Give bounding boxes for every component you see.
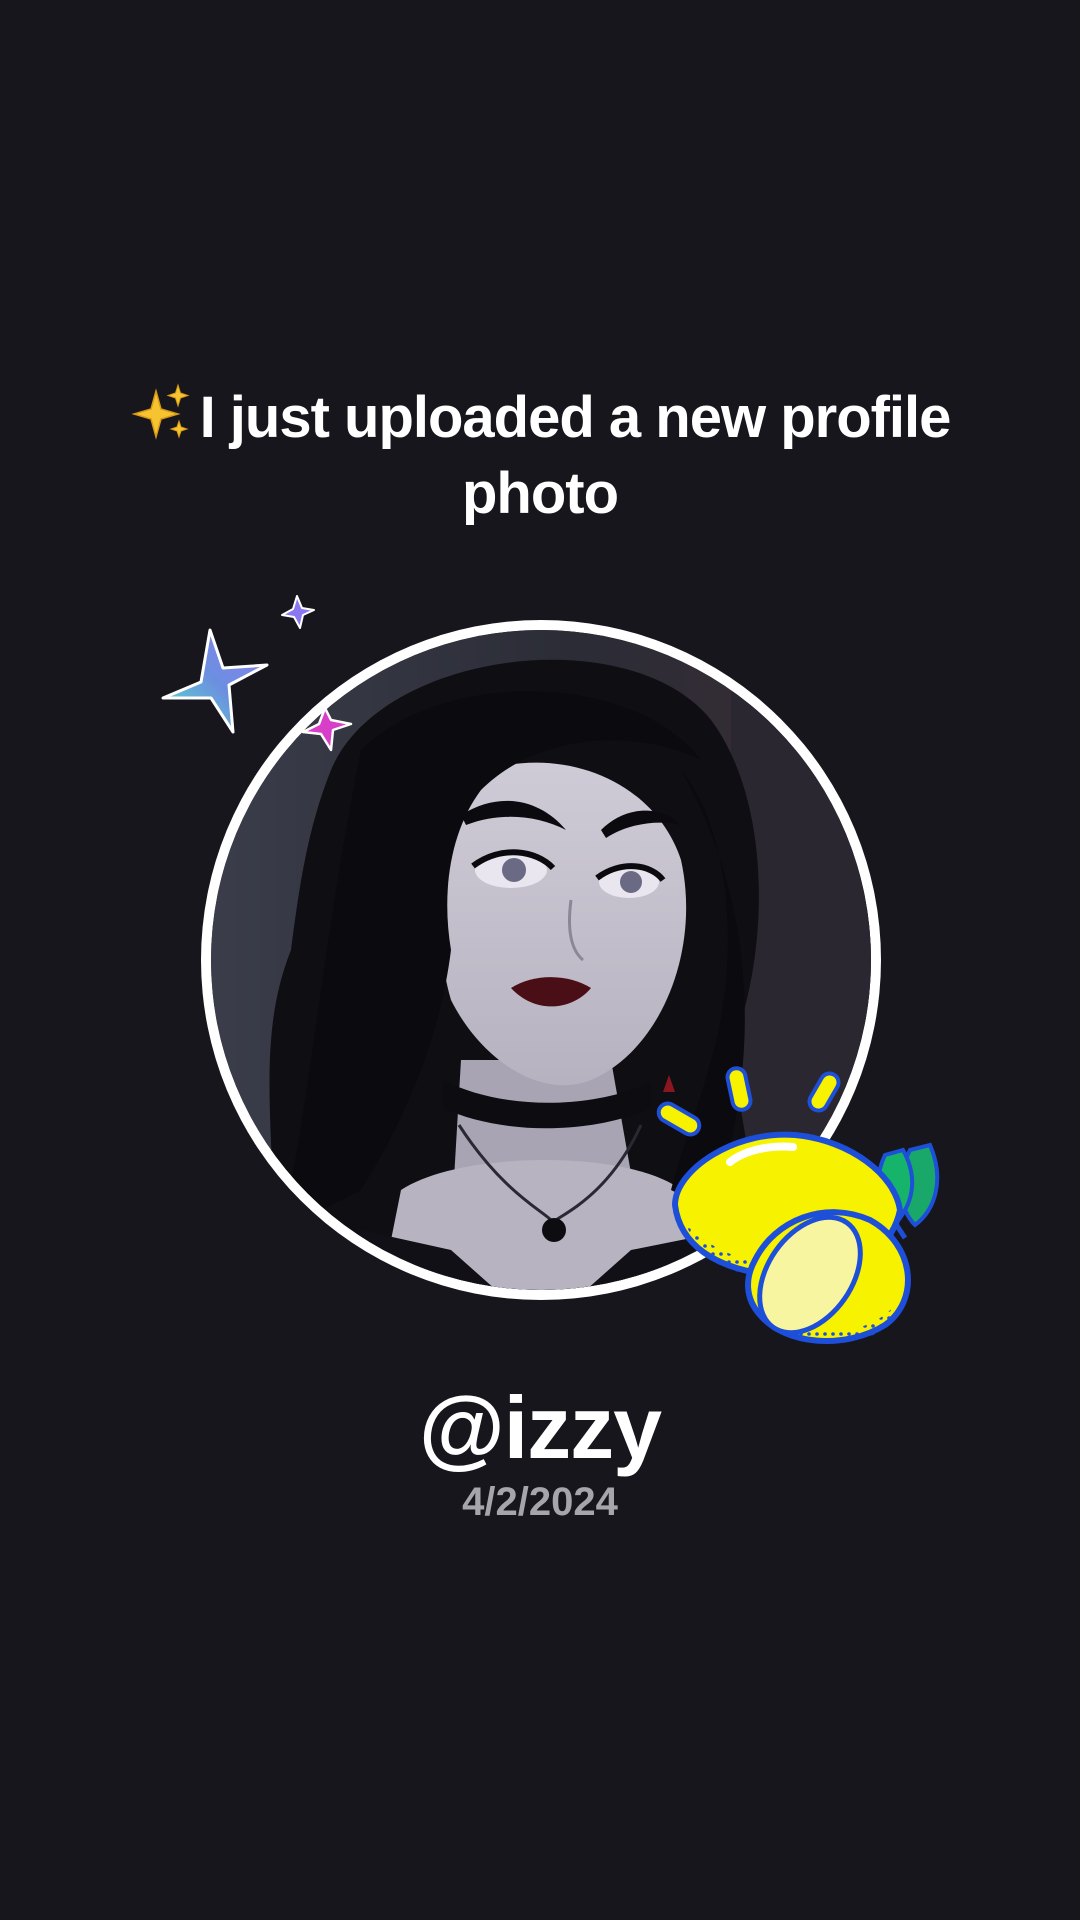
- username[interactable]: @izzy: [0, 1378, 1080, 1478]
- headline-text: I just uploaded a new profile photo: [199, 385, 952, 526]
- headline: I just uploaded a new profile photo: [90, 380, 990, 532]
- post-date: 4/2/2024: [462, 1480, 618, 1524]
- sparkle-star-sticker: [161, 595, 353, 752]
- lemon-sticker: [656, 1066, 940, 1344]
- sparkles-icon: [130, 383, 190, 440]
- profile-photo-announcement: I just uploaded a new profile photo @izz…: [0, 0, 1080, 1920]
